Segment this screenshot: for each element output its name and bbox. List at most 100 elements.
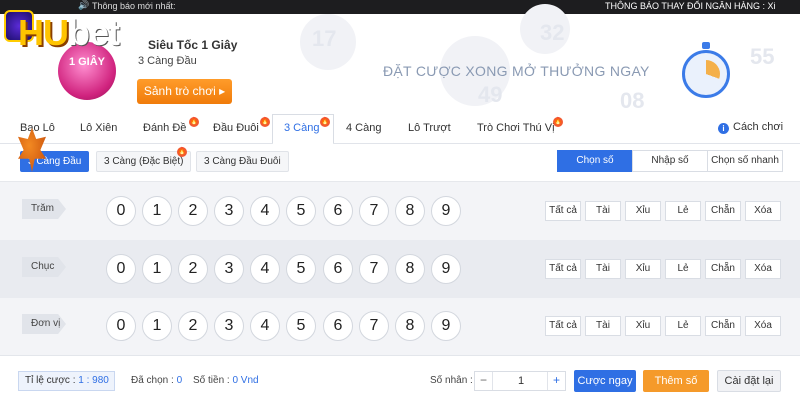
amount-value: 0 Vnd (232, 375, 259, 386)
quick-select-button[interactable]: Tất cả (545, 259, 581, 279)
digit-ball-6[interactable]: 6 (323, 311, 353, 341)
multiplier-label: Số nhân : (430, 375, 473, 386)
brand-logo[interactable]: HUbet (4, 8, 204, 64)
decor-number: 49 (478, 82, 503, 107)
odds-label: Tỉ lệ cược : (25, 375, 79, 386)
digit-ball-8[interactable]: 8 (395, 254, 425, 284)
quick-select-button[interactable]: Chẵn (705, 259, 741, 279)
multiplier-stepper: − + (474, 371, 566, 391)
quick-select-button[interactable]: Xóa (745, 201, 781, 221)
tab-danh-de[interactable]: Đánh Đề (143, 122, 186, 134)
add-number-button[interactable]: Thêm số (643, 370, 709, 392)
digit-ball-1[interactable]: 1 (142, 311, 172, 341)
quick-select-button[interactable]: Xỉu (625, 201, 661, 221)
digit-ball-4[interactable]: 4 (250, 196, 280, 226)
quick-select-button[interactable]: Lẻ (665, 316, 701, 336)
digit-ball-7[interactable]: 7 (359, 254, 389, 284)
digit-ball-9[interactable]: 9 (431, 254, 461, 284)
decrement-button[interactable]: − (475, 372, 493, 390)
subtab-3-cang-dau-duoi[interactable]: 3 Càng Đầu Đuôi (196, 151, 289, 172)
hot-badge-icon: 🔥 (320, 117, 330, 127)
digit-ball-9[interactable]: 9 (431, 196, 461, 226)
digit-ball-4[interactable]: 4 (250, 311, 280, 341)
digit-ball-0[interactable]: 0 (106, 254, 136, 284)
digit-ball-3[interactable]: 3 (214, 311, 244, 341)
decor-number: 17 (312, 26, 337, 51)
news-ticker[interactable]: THÔNG BÁO THAY ĐỔI NGÂN HÀNG : Xi (605, 1, 776, 11)
decor-number: 55 (750, 44, 775, 69)
tab-3-cang[interactable]: 3 Càng (284, 122, 319, 134)
digit-ball-2[interactable]: 2 (178, 254, 208, 284)
quick-select-button[interactable]: Xóa (745, 259, 781, 279)
quick-select-button[interactable]: Xóa (745, 316, 781, 336)
row-tram: Trăm 0 1 2 3 4 5 6 7 8 9 Tất cả Tài Xỉu Lẻ Chẵn Xóa (0, 182, 800, 240)
how-to-play-label: Cách chơi (733, 121, 784, 133)
sub-tabs-bar: 3 Càng Đầu 3 Càng (Đặc Biệt) 🔥 3 Càng Đầ… (0, 144, 800, 182)
bet-amount: Số tiền : 0 Vnd (193, 375, 259, 386)
digit-ball-0[interactable]: 0 (106, 311, 136, 341)
tab-bao-lo[interactable]: Bao Lô (20, 122, 55, 134)
hot-badge-icon: 🔥 (177, 147, 187, 157)
quick-select-button[interactable]: Chẵn (705, 316, 741, 336)
digit-ball-0[interactable]: 0 (106, 196, 136, 226)
row-label: Chục (22, 257, 66, 277)
slogan: ĐẶT CƯỢC XONG MỞ THƯỞNG NGAY (383, 63, 650, 79)
digit-ball-7[interactable]: 7 (359, 196, 389, 226)
bet-now-button[interactable]: Cược ngay (574, 370, 636, 392)
row-label: Đơn vị (22, 314, 66, 334)
selected-label: Đã chọn : (131, 375, 177, 386)
quick-select-button[interactable]: Xỉu (625, 259, 661, 279)
quick-select-button[interactable]: Tài (585, 259, 621, 279)
quick-select-button[interactable]: Lẻ (665, 259, 701, 279)
digit-ball-8[interactable]: 8 (395, 196, 425, 226)
digit-ball-3[interactable]: 3 (214, 196, 244, 226)
tab-tro-choi-thu-vi[interactable]: Trò Chơi Thú Vị (477, 122, 555, 134)
hot-badge-icon: 🔥 (553, 117, 563, 127)
digit-ball-5[interactable]: 5 (286, 311, 316, 341)
tab-dau-duoi[interactable]: Đầu Đuôi (213, 122, 259, 134)
info-icon: i (718, 123, 729, 134)
digit-ball-6[interactable]: 6 (323, 254, 353, 284)
tab-lo-xien[interactable]: Lô Xiên (80, 122, 117, 134)
tab-4-cang[interactable]: 4 Càng (346, 122, 381, 134)
digit-ball-5[interactable]: 5 (286, 196, 316, 226)
row-don-vi: Đơn vị 0 1 2 3 4 5 6 7 8 9 Tất cả Tài Xỉu Lẻ Chẵn Xóa (0, 297, 800, 355)
stopwatch-icon (682, 42, 738, 98)
selected-value: 0 (176, 375, 183, 386)
digit-ball-1[interactable]: 1 (142, 254, 172, 284)
decor-number: 32 (540, 20, 565, 45)
quick-select-button[interactable]: Tất cả (545, 201, 581, 221)
odds-box: Tỉ lệ cược : 1 : 980 (18, 371, 115, 391)
digit-ball-3[interactable]: 3 (214, 254, 244, 284)
mode-nhap-so[interactable]: Nhập số (632, 150, 708, 172)
digit-ball-5[interactable]: 5 (286, 254, 316, 284)
quick-select-button[interactable]: Chẵn (705, 201, 741, 221)
digit-ball-7[interactable]: 7 (359, 311, 389, 341)
digit-ball-2[interactable]: 2 (178, 196, 208, 226)
increment-button[interactable]: + (547, 372, 565, 390)
digit-ball-1[interactable]: 1 (142, 196, 172, 226)
reset-button[interactable]: Cài đặt lại (717, 370, 781, 392)
quick-select-button[interactable]: Lẻ (665, 201, 701, 221)
how-to-play-link[interactable]: i Cách chơi (718, 121, 783, 134)
mode-chon-so[interactable]: Chọn số (557, 150, 633, 172)
quick-select-button[interactable]: Xỉu (625, 316, 661, 336)
digit-ball-6[interactable]: 6 (323, 196, 353, 226)
digit-ball-9[interactable]: 9 (431, 311, 461, 341)
quick-select-button[interactable]: Tài (585, 201, 621, 221)
lobby-button[interactable]: Sảnh trò chơi ▸ (137, 79, 232, 104)
game-tabs: Bao Lô Lô Xiên Đánh Đề 🔥 Đầu Đuôi 🔥 3 Cà… (0, 114, 800, 145)
digit-ball-2[interactable]: 2 (178, 311, 208, 341)
hot-badge-icon: 🔥 (189, 117, 199, 127)
multiplier-input[interactable] (494, 372, 548, 390)
tab-lo-truot[interactable]: Lô Trượt (408, 122, 451, 134)
digit-ball-8[interactable]: 8 (395, 311, 425, 341)
mode-chon-so-nhanh[interactable]: Chọn số nhanh (707, 150, 783, 172)
selected-count: Đã chọn : 0 (131, 375, 182, 386)
quick-select-button[interactable]: Tất cả (545, 316, 581, 336)
number-board: Trăm 0 1 2 3 4 5 6 7 8 9 Tất cả Tài Xỉu Lẻ Chẵn Xóa Chụ… (0, 182, 800, 355)
row-chuc: Chục 0 1 2 3 4 5 6 7 8 9 Tất cả Tài Xỉu Lẻ Chẵn Xóa (0, 240, 800, 298)
digit-ball-4[interactable]: 4 (250, 254, 280, 284)
quick-select-button[interactable]: Tài (585, 316, 621, 336)
decor-number: 08 (620, 88, 645, 113)
